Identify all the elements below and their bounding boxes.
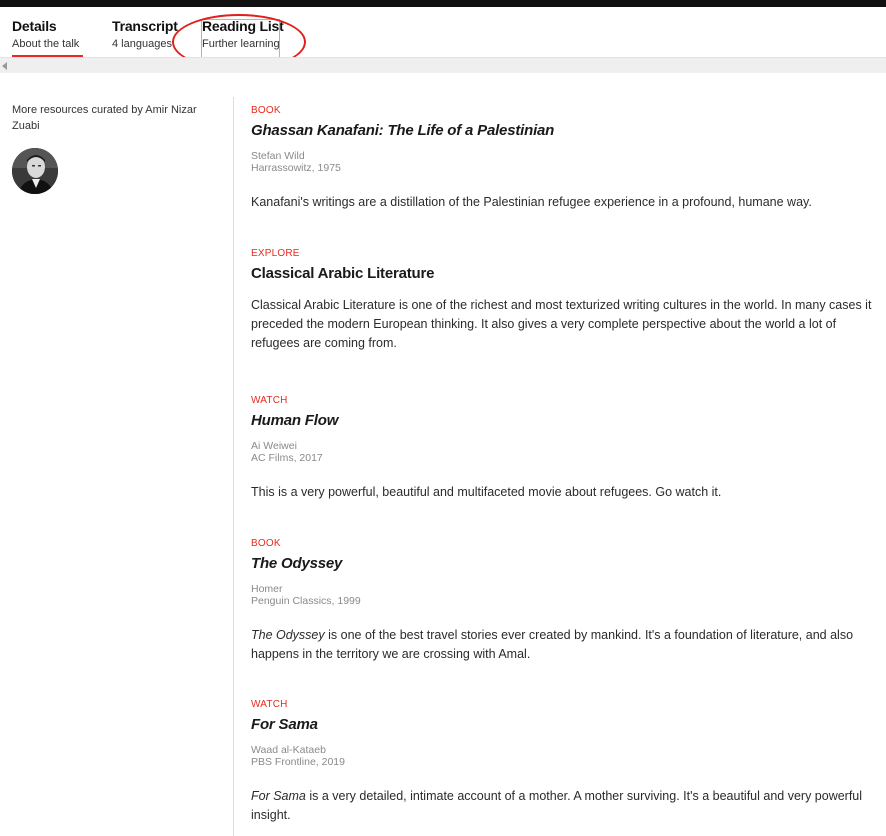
tab-details-title: Details <box>12 18 57 34</box>
item-description: This is a very powerful, beautiful and m… <box>251 483 879 502</box>
item-publisher: Penguin Classics, 1999 <box>251 595 361 607</box>
list-item: BOOK Ghassan Kanafani: The Life of a Pal… <box>251 105 879 212</box>
tab-transcript-subtitle: 4 languages <box>112 38 172 50</box>
top-bar <box>0 0 886 7</box>
scroll-left-arrow-icon[interactable] <box>2 62 7 70</box>
item-publisher: Harrassowitz, 1975 <box>251 162 341 174</box>
list-item: WATCH Human Flow Ai Weiwei AC Films, 201… <box>251 395 879 502</box>
list-item: EXPLORE Classical Arabic Literature Clas… <box>251 248 879 353</box>
column-divider <box>233 97 234 836</box>
item-description-text: This is a very powerful, beautiful and m… <box>251 485 722 499</box>
tab-transcript[interactable]: Transcript 4 languages <box>112 17 178 52</box>
item-kind: EXPLORE <box>251 248 300 259</box>
item-author: Waad al-Kataeb <box>251 744 326 756</box>
tab-details-subtitle: About the talk <box>12 38 80 50</box>
item-description-text: Kanafani's writings are a distillation o… <box>251 195 812 209</box>
list-item: BOOK The Odyssey Homer Penguin Classics,… <box>251 538 879 664</box>
item-title[interactable]: The Odyssey <box>251 554 879 574</box>
person-photo-icon <box>12 148 58 194</box>
item-description-text: is one of the best travel stories ever c… <box>251 628 854 661</box>
curated-by-text: More resources curated by Amir Nizar Zua… <box>12 104 197 132</box>
curator-sidebar: More resources curated by Amir Nizar Zua… <box>12 102 212 194</box>
item-description: For Sama is a very detailed, intimate ac… <box>251 787 879 825</box>
item-description-text: Classical Arabic Literature is one of th… <box>251 298 872 350</box>
item-publisher: AC Films, 2017 <box>251 452 323 464</box>
item-description: The Odyssey is one of the best travel st… <box>251 626 879 664</box>
item-kind: WATCH <box>251 395 288 406</box>
item-description-emphasis: The Odyssey <box>251 628 325 642</box>
item-title[interactable]: Classical Arabic Literature <box>251 264 879 284</box>
tab-transcript-title: Transcript <box>112 18 178 34</box>
item-kind: BOOK <box>251 538 281 549</box>
item-kind: BOOK <box>251 105 281 116</box>
tab-bar: Details About the talk Transcript 4 lang… <box>0 7 886 70</box>
list-item: WATCH For Sama Waad al-Kataeb PBS Frontl… <box>251 699 879 825</box>
item-description: Classical Arabic Literature is one of th… <box>251 296 879 353</box>
avatar <box>12 148 58 194</box>
tab-details[interactable]: Details About the talk <box>12 17 79 52</box>
item-description: Kanafani's writings are a distillation o… <box>251 193 879 212</box>
item-author: Homer <box>251 583 283 595</box>
item-title[interactable]: Ghassan Kanafani: The Life of a Palestin… <box>251 121 879 141</box>
item-description-emphasis: For Sama <box>251 789 306 803</box>
item-publisher: PBS Frontline, 2019 <box>251 756 345 768</box>
item-author: Stefan Wild <box>251 150 305 162</box>
item-kind: WATCH <box>251 699 288 710</box>
horizontal-scrollbar[interactable] <box>0 57 886 73</box>
item-author: Ai Weiwei <box>251 440 297 452</box>
item-title[interactable]: For Sama <box>251 715 879 735</box>
item-description-text: is a very detailed, intimate account of … <box>251 789 863 822</box>
item-title[interactable]: Human Flow <box>251 411 879 431</box>
